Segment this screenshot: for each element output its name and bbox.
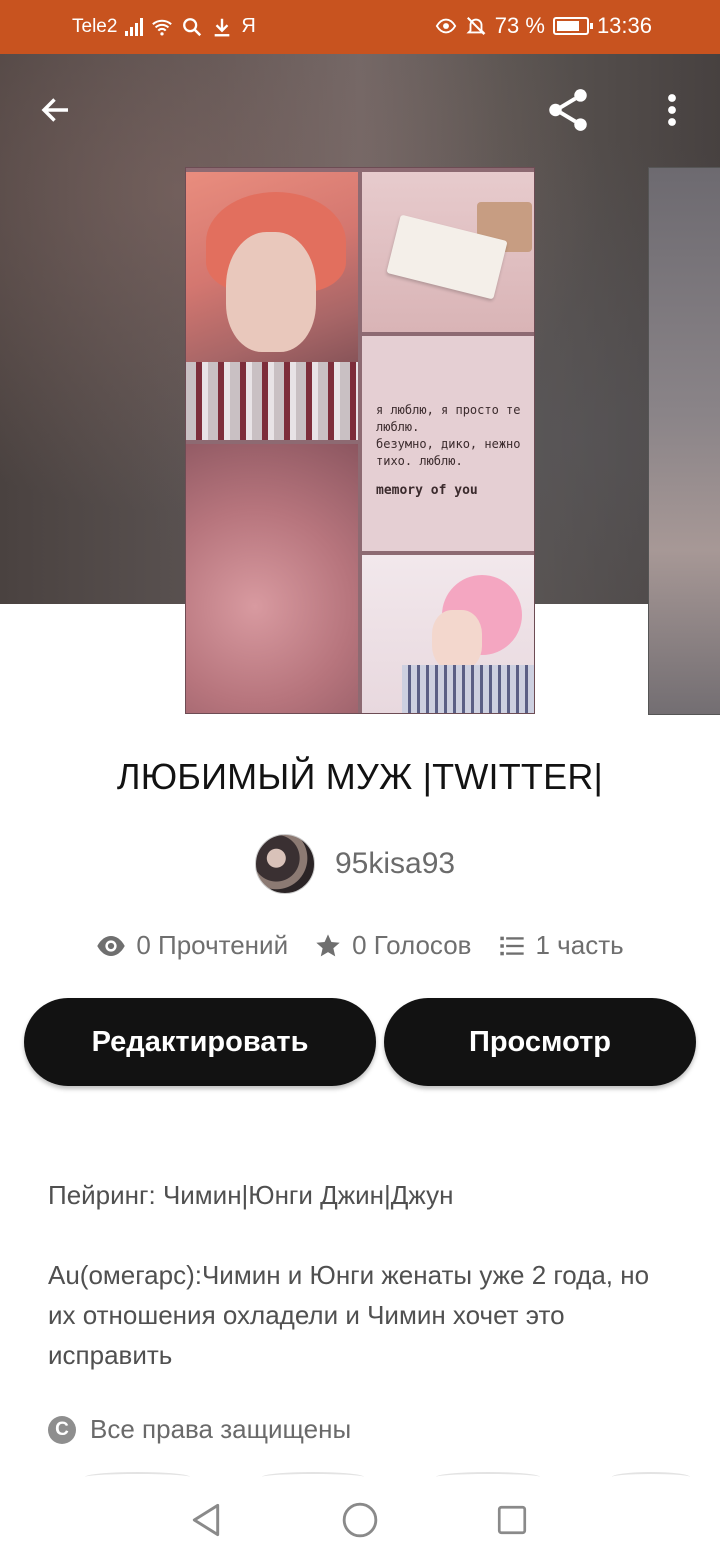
share-button[interactable] [540, 82, 596, 138]
yandex-icon: Я [241, 15, 256, 37]
battery-percent: 73 % [494, 13, 545, 38]
votes-stat: 0 Голосов [314, 930, 472, 961]
edit-button[interactable]: Редактировать [24, 998, 376, 1086]
circle-home-icon [342, 1502, 378, 1538]
more-options-button[interactable] [644, 82, 700, 138]
clock: 13:36 [596, 13, 652, 38]
story-cover-image[interactable]: я люблю, я просто те люблю. безумно, дик… [185, 167, 535, 714]
cover-text: я люблю, я просто те люблю. безумно, дик… [362, 336, 534, 551]
nav-back-button[interactable] [184, 1498, 228, 1542]
copyright-label: Все права защищены [90, 1414, 352, 1444]
search-icon [183, 17, 202, 36]
avatar[interactable] [255, 834, 315, 894]
author-row[interactable]: 95kisa93 [255, 833, 455, 895]
signal-icon [125, 17, 144, 36]
view-button[interactable]: Просмотр [384, 998, 696, 1086]
description-summary: Au(омегарс):Чимин и Юнги женаты уже 2 го… [48, 1260, 650, 1370]
square-recents-icon [497, 1505, 527, 1535]
download-icon [215, 18, 230, 36]
nav-home-button[interactable] [338, 1498, 382, 1542]
system-navigation-bar [0, 1478, 720, 1560]
copyright-icon: C [48, 1415, 76, 1444]
back-button[interactable] [28, 82, 84, 138]
mute-bell-icon [466, 17, 486, 35]
next-story-cover-peek[interactable] [648, 167, 720, 715]
more-vertical-icon [668, 94, 676, 126]
nav-recents-button[interactable] [490, 1498, 534, 1542]
triangle-back-icon [192, 1503, 220, 1537]
story-stats: 0 Прочтений 0 Голосов 1 часть [0, 930, 720, 961]
status-bar: Tele2 Я 73 % 13:36 [0, 0, 720, 54]
reads-stat: 0 Прочтений [96, 930, 288, 961]
story-title: ЛЮБИМЫЙ МУЖ |TWITTER| [116, 756, 604, 797]
star-icon [316, 933, 340, 956]
carrier-label: Tele2 [72, 15, 118, 37]
story-description: Пейринг: Чимин|Юнги Джин|Джун Au(омегарс… [48, 1175, 678, 1375]
copyright-row: C Все права защищены [48, 1414, 351, 1445]
author-name[interactable]: 95kisa93 [335, 847, 455, 881]
share-icon [549, 89, 587, 131]
description-pairing: Пейринг: Чимин|Юнги Джин|Джун [48, 1180, 454, 1210]
eye-icon [97, 935, 126, 956]
list-icon [499, 936, 524, 955]
eye-comfort-icon [435, 18, 457, 34]
arrow-left-icon [41, 98, 68, 122]
battery-icon [552, 17, 593, 35]
parts-stat: 1 часть [498, 930, 624, 961]
wifi-icon [152, 19, 173, 36]
